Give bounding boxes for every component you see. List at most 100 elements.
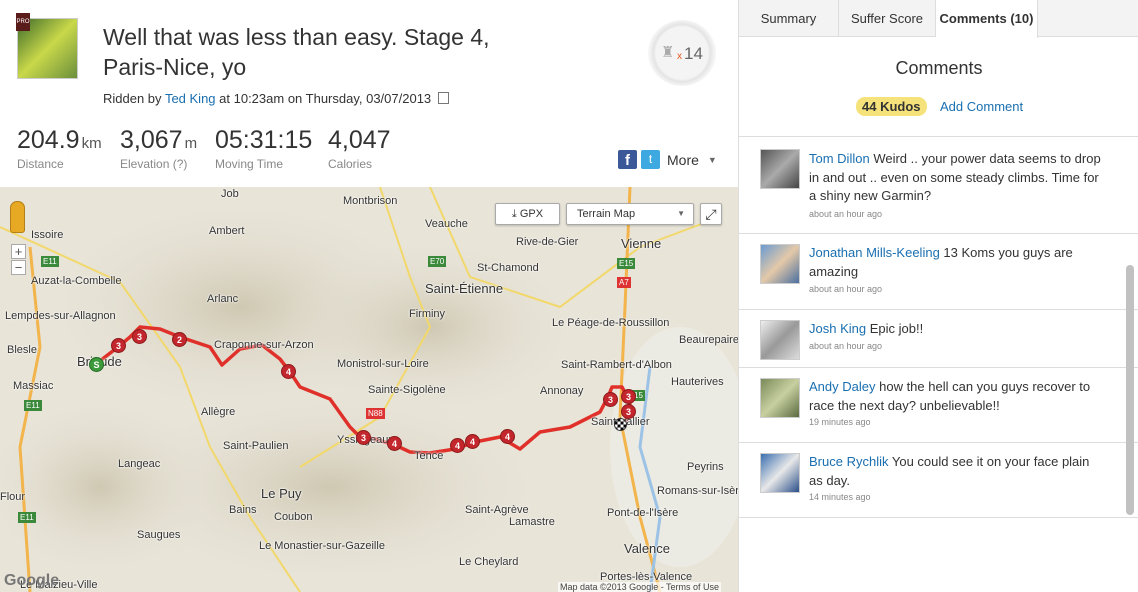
comment-time: about an hour ago [809, 341, 883, 351]
twitter-icon[interactable]: t [641, 150, 660, 169]
comment-time: about an hour ago [809, 209, 883, 219]
achievements-multiplier: x [677, 51, 682, 62]
chevron-down-icon[interactable]: ▼ [708, 155, 717, 165]
street-view-pegman-icon[interactable] [10, 201, 25, 233]
stat-calories: 4,047 Calories [328, 126, 393, 171]
route-marker[interactable]: 2 [172, 332, 187, 347]
facebook-icon[interactable]: f [618, 150, 637, 169]
route-marker[interactable]: 3 [621, 389, 636, 404]
comment-author[interactable]: Tom Dillon [809, 151, 870, 166]
route-marker[interactable]: 4 [387, 436, 402, 451]
comment-author[interactable]: Jonathan Mills-Keeling [809, 245, 940, 260]
tab-suffer-score[interactable]: Suffer Score [839, 0, 936, 37]
gpx-label: GPX [519, 208, 544, 220]
achievements-badge[interactable]: ♜ x 14 [648, 20, 716, 86]
rider-link[interactable]: Ted King [165, 91, 216, 106]
route-marker[interactable]: 4 [465, 434, 480, 449]
ridden-by-line: Ridden by Ted King at 10:23am on Thursda… [103, 91, 449, 106]
map-place-label: Romans-sur-Isère [657, 485, 738, 497]
comment-text: Bruce Rychlik You could see it on your f… [809, 453, 1101, 490]
avatar[interactable] [760, 320, 800, 360]
comment-author[interactable]: Andy Daley [809, 379, 875, 394]
road-sign: E70 [428, 256, 447, 267]
comment-text: Jonathan Mills-Keeling 13 Koms you guys … [809, 244, 1101, 281]
map-place-label: Monistrol-sur-Loire [337, 358, 429, 370]
rider-avatar[interactable]: PRO [16, 13, 78, 79]
tab-summary[interactable]: Summary [739, 0, 839, 37]
more-button[interactable]: More [667, 152, 699, 168]
road-sign: E11 [24, 400, 42, 411]
list-item: Bruce Rychlik You could see it on your f… [739, 443, 1138, 517]
map-place-label: Langeac [118, 458, 161, 470]
stat-unit: m [184, 135, 198, 152]
route-marker[interactable]: 3 [621, 404, 636, 419]
map-place-label: Valence [624, 541, 671, 556]
avatar[interactable] [760, 378, 800, 418]
route-marker[interactable]: 4 [500, 429, 515, 444]
map-place-label: Blesle [7, 344, 37, 356]
map-place-label: Saint-Agrève [465, 504, 529, 516]
calendar-icon[interactable] [437, 92, 449, 104]
map-attribution[interactable]: Map data ©2013 Google - Terms of Use [558, 582, 722, 592]
avatar[interactable] [760, 453, 800, 493]
map-place-label: Auzat-la-Combelle [31, 275, 122, 287]
map-place-label: Montbrison [343, 195, 398, 207]
finish-flag-icon[interactable] [614, 418, 627, 431]
stat-label[interactable]: Elevation (?) [120, 157, 197, 171]
map-place-label: Craponne-sur-Arzon [214, 339, 314, 351]
map-place-label: Saint-Paulien [223, 440, 289, 452]
gpx-download-button[interactable]: ⤓ GPX [495, 203, 560, 225]
comment-author[interactable]: Bruce Rychlik [809, 454, 888, 469]
comment-text: Andy Daley how the hell can you guys rec… [809, 378, 1101, 415]
activity-panel: PRO Well that was less than easy. Stage … [0, 0, 738, 592]
activity-title: Well that was less than easy. Stage 4, P… [103, 24, 490, 80]
list-item: Josh King Epic job!! about an hour ago [739, 310, 1138, 368]
route-marker[interactable]: 3 [356, 430, 371, 445]
add-comment-link[interactable]: Add Comment [940, 99, 1023, 114]
comment-list[interactable]: Tom Dillon Weird .. your power data seem… [739, 136, 1138, 518]
map-place-label: Issoire [31, 229, 64, 241]
start-marker[interactable]: S [89, 357, 104, 372]
route-marker[interactable]: 4 [450, 438, 465, 453]
avatar[interactable] [760, 244, 800, 284]
tab-bar: Summary Suffer Score Comments (10) [739, 0, 1138, 38]
trophy-icon: ♜ [661, 44, 675, 61]
map-place-label: Tence [414, 450, 444, 462]
route-marker[interactable]: 3 [132, 329, 147, 344]
zoom-in-button[interactable]: + [11, 244, 26, 259]
stat-label: Calories [328, 157, 373, 171]
map-type-select[interactable]: Terrain Map ▼ [566, 203, 694, 225]
route-marker[interactable]: 3 [111, 338, 126, 353]
kudos-badge[interactable]: 44 Kudos [856, 97, 927, 116]
achievements-count: 14 [684, 44, 703, 63]
stat-label: Moving Time [215, 157, 284, 171]
stat-value: 4,047 [328, 126, 391, 154]
map-place-label: Lamastre [509, 516, 555, 528]
comments-sidebar: Summary Suffer Score Comments (10) Comme… [738, 0, 1138, 592]
map-place-label: Coubon [274, 511, 313, 523]
tab-comments[interactable]: Comments (10) [936, 0, 1038, 38]
list-item: Andy Daley how the hell can you guys rec… [739, 368, 1138, 443]
zoom-out-button[interactable]: − [11, 260, 26, 275]
map-place-label: Saugues [137, 529, 181, 541]
map-place-label: Ambert [209, 225, 245, 237]
map-place-label: Pont-de-l'Isère [607, 507, 679, 519]
route-map[interactable]: Issoire Job Montbrison Veauche Ambert Ri… [0, 187, 738, 592]
map-place-label: Vienne [621, 236, 662, 251]
fullscreen-icon[interactable]: ⤢ [700, 203, 722, 225]
map-place-label: Massiac [13, 380, 54, 392]
map-place-label: Saint-Rambert-d'Albon [561, 359, 672, 371]
route-marker[interactable]: 4 [281, 364, 296, 379]
pro-badge-icon: PRO [16, 13, 30, 31]
stat-value: 204.9 [17, 126, 80, 154]
google-logo: Google [4, 572, 60, 589]
map-place-label: Allègre [201, 406, 236, 418]
scrollbar[interactable] [1126, 265, 1134, 515]
comment-text: Josh King Epic job!! [809, 320, 1101, 339]
map-place-label: Le Cheylard [459, 556, 519, 568]
avatar[interactable] [760, 149, 800, 189]
stat-value: 05:31:15 [215, 126, 313, 154]
comment-author[interactable]: Josh King [809, 321, 866, 336]
route-marker[interactable]: 3 [603, 392, 618, 407]
stat-moving-time: 05:31:15 Moving Time [215, 126, 314, 171]
